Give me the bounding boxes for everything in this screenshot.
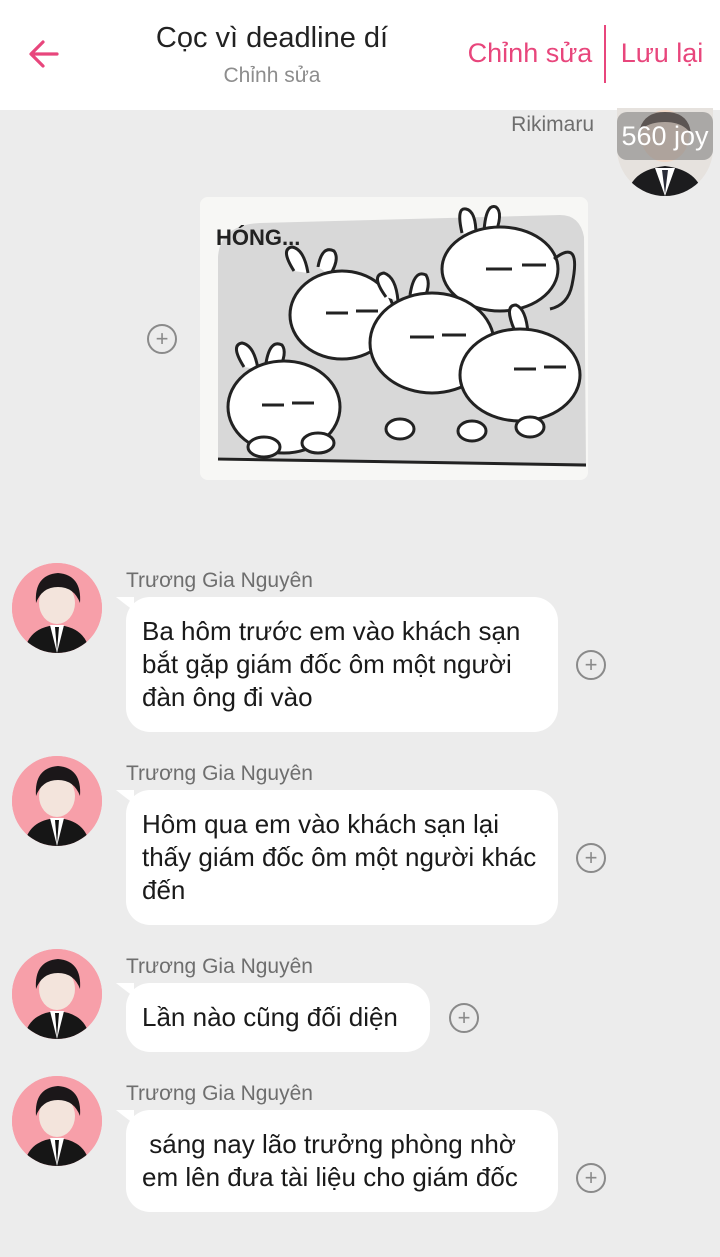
sender-avatar[interactable] [12, 756, 102, 846]
add-reaction-button[interactable]: + [576, 650, 606, 680]
sender-name: Trương Gia Nguyên [126, 955, 313, 978]
plus-circle-icon: + [457, 1005, 471, 1030]
sender-name: Trương Gia Nguyên [126, 762, 313, 785]
add-reaction-button[interactable]: + [147, 324, 177, 354]
plus-circle-icon: + [584, 845, 598, 870]
plus-circle-icon: + [584, 652, 598, 677]
sticker-caption: HÓNG... [216, 225, 300, 250]
sender-name: Trương Gia Nguyên [126, 1082, 313, 1105]
page-subtitle: Chỉnh sửa [223, 64, 321, 87]
sender-avatar[interactable] [12, 1076, 102, 1166]
sender-name: Trương Gia Nguyên [126, 569, 313, 592]
message-bubble[interactable]: Lần nào cũng đối diện [116, 983, 430, 1052]
arrow-left-icon [29, 40, 59, 68]
sticker-image[interactable]: HÓNG... [200, 197, 588, 480]
message-bubble[interactable]: Ba hôm trước em vào khách sạn bắt gặp gi… [116, 597, 558, 732]
message-bubble[interactable]: Hôm qua em vào khách sạn lại thấy giám đ… [116, 790, 558, 925]
top-bar: Cọc vì deadline dí Chỉnh sửa Chỉnh sửa L… [0, 0, 720, 110]
joy-badge: 560 joy [617, 112, 713, 160]
add-reaction-button[interactable]: + [576, 1163, 606, 1193]
header-divider [604, 25, 606, 83]
save-button[interactable]: Lưu lại [614, 38, 710, 69]
sender-avatar[interactable] [12, 949, 102, 1039]
plus-circle-icon: + [155, 326, 169, 351]
page-title: Cọc vì deadline dí [155, 22, 389, 54]
plus-circle-icon: + [584, 1165, 598, 1190]
edit-button[interactable]: Chỉnh sửa [462, 38, 598, 69]
add-reaction-button[interactable]: + [576, 843, 606, 873]
message-bubble[interactable]: sáng nay lão trưởng phòng nhờ em lên đưa… [116, 1110, 558, 1212]
add-reaction-button[interactable]: + [449, 1003, 479, 1033]
sender-avatar[interactable] [12, 563, 102, 653]
my-name: Rikimaru [511, 113, 594, 136]
back-button[interactable] [18, 28, 70, 80]
